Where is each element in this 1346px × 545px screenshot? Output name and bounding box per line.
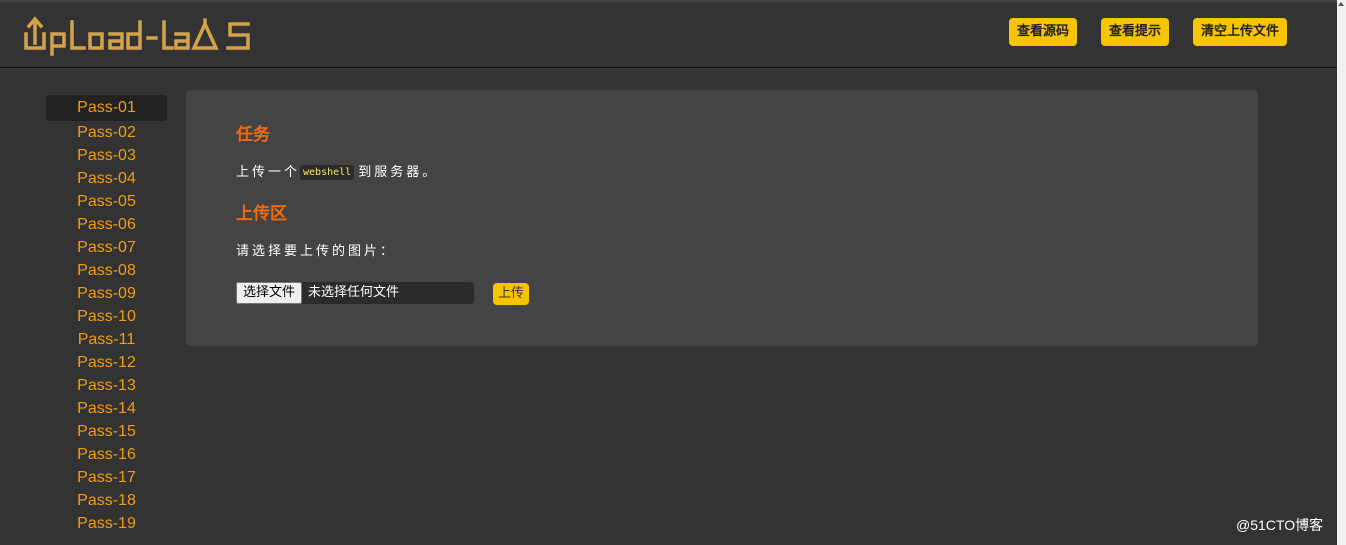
sidebar-item-pass-18[interactable]: Pass-18 (46, 489, 167, 512)
file-status-text: 未选择任何文件 (308, 285, 400, 300)
task-heading: 任务 (236, 125, 270, 145)
sidebar-item-pass-15[interactable]: Pass-15 (46, 420, 167, 443)
sidebar-item-pass-06[interactable]: Pass-06 (46, 213, 167, 236)
task-code: webshell (300, 165, 355, 180)
sidebar-item-pass-02[interactable]: Pass-02 (46, 121, 167, 144)
choose-file-button[interactable]: 选择文件 (236, 282, 303, 304)
file-input[interactable]: 选择文件 未选择任何文件 (236, 282, 474, 304)
sidebar-item-pass-05[interactable]: Pass-05 (46, 190, 167, 213)
sidebar-item-pass-10[interactable]: Pass-10 (46, 305, 167, 328)
task-text-suffix: 到服务器。 (358, 165, 439, 180)
sidebar-item-pass-07[interactable]: Pass-07 (46, 236, 167, 259)
watermark-text: @51CTO博客 (1236, 517, 1324, 533)
site-logo[interactable] (22, 12, 254, 56)
sidebar-item-pass-03[interactable]: Pass-03 (46, 144, 167, 167)
sidebar-nav: Pass-01 Pass-02 Pass-03 Pass-04 Pass-05 Pass-… (46, 95, 167, 535)
vertical-scrollbar[interactable] (1337, 0, 1346, 545)
scroll-up-arrow-icon[interactable] (1338, 2, 1344, 6)
sidebar-item-pass-13[interactable]: Pass-13 (46, 374, 167, 397)
sidebar-item-pass-14[interactable]: Pass-14 (46, 397, 167, 420)
upload-prompt: 请选择要上传的图片： (236, 244, 397, 259)
task-description: 上传一个 webshell 到服务器。 (236, 161, 438, 180)
view-source-button[interactable]: 查看源码 (1009, 18, 1078, 46)
sidebar-item-pass-16[interactable]: Pass-16 (46, 443, 167, 466)
clear-uploads-button[interactable]: 清空上传文件 (1193, 18, 1288, 46)
main-panel: 任务 上传一个 webshell 到服务器。 上传区 请选择要上传的图片： 选择文件… (186, 90, 1258, 346)
sidebar-item-pass-19[interactable]: Pass-19 (46, 512, 167, 535)
header-bar: 查看源码 查看提示 清空上传文件 (0, 2, 1337, 68)
sidebar-item-pass-17[interactable]: Pass-17 (46, 466, 167, 489)
sidebar-item-pass-09[interactable]: Pass-09 (46, 282, 167, 305)
upload-button[interactable]: 上传 (493, 283, 530, 305)
upload-heading: 上传区 (236, 204, 287, 224)
sidebar-item-pass-01[interactable]: Pass-01 (46, 95, 167, 121)
task-text-prefix: 上传一个 (236, 165, 301, 180)
sidebar-item-pass-12[interactable]: Pass-12 (46, 351, 167, 374)
sidebar-item-pass-08[interactable]: Pass-08 (46, 259, 167, 282)
page-frame: 查看源码 查看提示 清空上传文件 Pass-01 Pass-02 Pass-03 Pa… (0, 0, 1337, 545)
sidebar-item-pass-04[interactable]: Pass-04 (46, 167, 167, 190)
sidebar-item-pass-11[interactable]: Pass-11 (46, 328, 167, 351)
view-hint-button[interactable]: 查看提示 (1101, 18, 1170, 46)
